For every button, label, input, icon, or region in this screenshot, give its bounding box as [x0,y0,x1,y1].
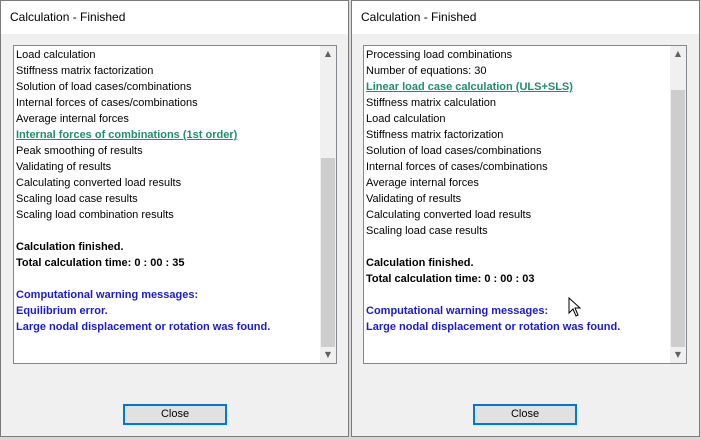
scroll-down-arrow-icon[interactable]: ▼ [320,347,336,363]
close-button[interactable]: Close [123,404,227,425]
log-line: Average internal forces [366,177,479,189]
scrollbar-thumb[interactable] [671,90,685,347]
log-line: Scaling load combination results [16,209,174,221]
log-line: Processing load combinations [366,49,513,61]
log-line: Stiffness matrix factorization [16,65,154,77]
log-line: Average internal forces [16,113,129,125]
log-line: Stiffness matrix calculation [366,97,497,109]
log-blank-line [366,239,671,255]
log-scrollbar[interactable]: ▲ ▼ [320,46,336,363]
scroll-down-arrow-icon[interactable]: ▼ [670,347,686,363]
log-line: Computational warning messages: [366,305,549,317]
log-blank-line [366,287,671,303]
log-line: Scaling load case results [16,193,138,205]
log-line: Stiffness matrix factorization [366,129,504,141]
scroll-up-arrow-icon[interactable]: ▲ [320,46,336,62]
log-line: Large nodal displacement or rotation was… [366,321,621,333]
log-line: Large nodal displacement or rotation was… [16,321,271,333]
log-line: Number of equations: 30 [366,65,487,77]
calculation-log-listbox[interactable]: Load calculation Stiffness matrix factori… [13,45,337,364]
calculation-log-listbox[interactable]: Processing load combinations Number of eq… [363,45,687,364]
log-lines: Load calculation Stiffness matrix factori… [16,47,321,335]
log-blank-line [16,223,321,239]
log-line: Total calculation time: 0 : 00 : 03 [366,273,535,285]
log-line[interactable]: Internal forces of combinations (1st ord… [16,127,321,143]
log-line: Total calculation time: 0 : 00 : 35 [16,257,185,269]
calculation-finished-dialog-left: Calculation - Finished Load calculation S… [0,0,349,437]
log-line: Equilibrium error. [16,305,108,317]
log-line: Peak smoothing of results [16,145,143,157]
log-line: Calculation finished. [16,241,124,253]
log-line: Computational warning messages: [16,289,199,301]
log-line: Solution of load cases/combinations [16,81,192,93]
log-line[interactable]: Linear load case calculation (ULS+SLS) [366,79,671,95]
log-line: Calculating converted load results [16,177,182,189]
log-line: Load calculation [16,49,96,61]
log-line: Calculation finished. [366,257,474,269]
dialog-title: Calculation - Finished [361,10,477,24]
calculation-finished-dialog-right: Calculation - Finished Processing load c… [351,0,700,437]
log-line: Internal forces of cases/combinations [366,161,548,173]
close-button[interactable]: Close [473,404,577,425]
log-line: Validating of results [16,161,112,173]
log-line: Calculating converted load results [366,209,532,221]
log-line: Load calculation [366,113,446,125]
dialog-client-area: Processing load combinations Number of eq… [352,34,699,436]
log-scrollbar[interactable]: ▲ ▼ [670,46,686,363]
log-line: Solution of load cases/combinations [366,145,542,157]
mouse-pointer-icon [568,297,582,317]
scrollbar-thumb[interactable] [321,158,335,347]
scroll-up-arrow-icon[interactable]: ▲ [670,46,686,62]
log-line: Scaling load case results [366,225,488,237]
log-line: Validating of results [366,193,462,205]
log-lines: Processing load combinations Number of eq… [366,47,671,335]
dialog-client-area: Load calculation Stiffness matrix factori… [1,34,348,436]
dialog-title: Calculation - Finished [10,10,126,24]
log-blank-line [16,271,321,287]
log-line: Internal forces of cases/combinations [16,97,198,109]
